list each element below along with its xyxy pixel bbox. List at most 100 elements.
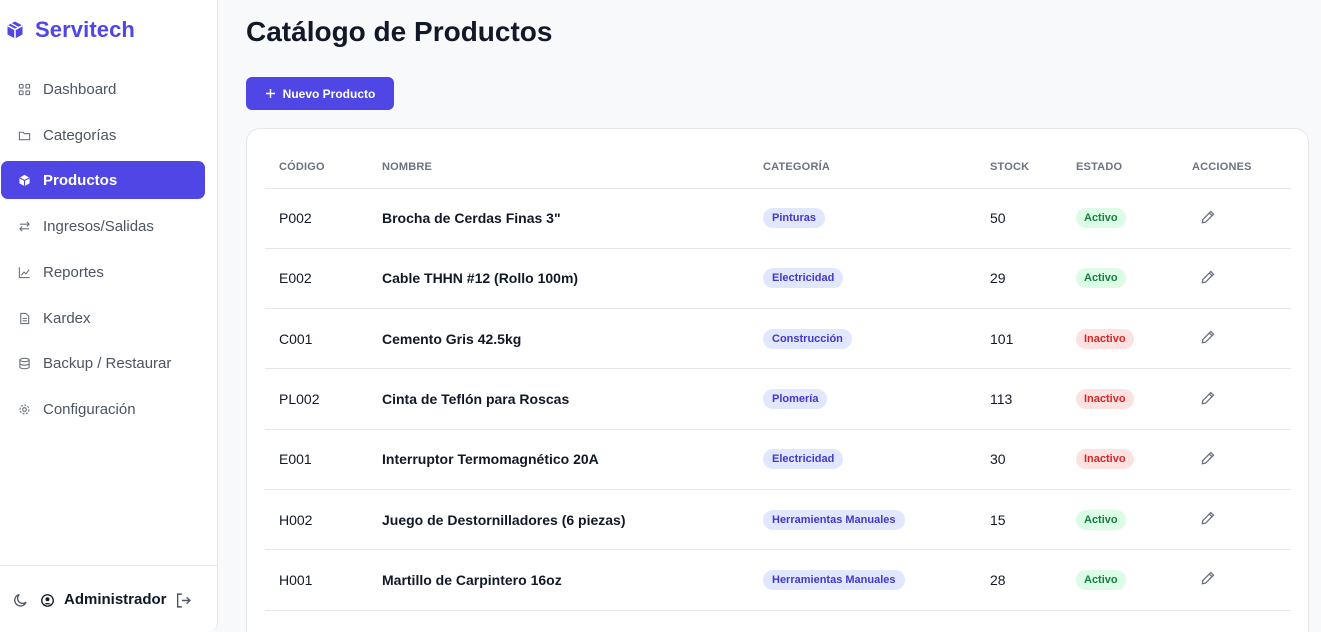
- cell-status: Activo: [1062, 188, 1178, 249]
- sidebar-item-label: Configuración: [43, 400, 136, 418]
- cell-category: Pinturas: [749, 188, 976, 249]
- cell-stock: 101: [976, 308, 1062, 370]
- sidebar-item-label: Ingresos/Salidas: [43, 217, 154, 235]
- products-card: CÓDIGO NOMBRE CATEGORÍA STOCK ESTADO ACC…: [246, 128, 1309, 632]
- column-header-acciones: ACCIONES: [1178, 147, 1291, 189]
- cell-category: Herramientas Manuales: [749, 489, 976, 551]
- gear-icon: [19, 403, 30, 415]
- sidebar-item-categorias[interactable]: Categorías: [1, 116, 205, 154]
- swap-arrows-icon: [19, 220, 30, 232]
- sidebar: Servitech Dashboard Categorías Productos: [0, 0, 218, 632]
- cell-category: Electricidad: [749, 429, 976, 490]
- status-badge: Inactivo: [1076, 449, 1134, 470]
- status-badge: Activo: [1076, 569, 1126, 590]
- cell-actions: [1178, 368, 1291, 430]
- cell-status: Inactivo: [1062, 308, 1178, 370]
- cell-status: Activo: [1062, 248, 1178, 310]
- cell-category: Electricidad: [749, 248, 976, 310]
- page-title: Catálogo de Productos: [246, 16, 553, 47]
- cell-name: Brocha de Cerdas Finas 3": [368, 188, 749, 249]
- column-header-nombre[interactable]: NOMBRE: [368, 147, 749, 189]
- status-badge: Activo: [1076, 268, 1126, 289]
- products-table: CÓDIGO NOMBRE CATEGORÍA STOCK ESTADO ACC…: [265, 147, 1291, 611]
- new-product-button[interactable]: Nuevo Producto: [246, 77, 394, 110]
- table-row[interactable]: H002 Juego de Destornilladores (6 piezas)…: [265, 489, 1291, 551]
- category-badge: Construcción: [763, 328, 852, 349]
- logout-icon[interactable]: [175, 592, 192, 609]
- new-product-button-label: Nuevo Producto: [282, 86, 376, 101]
- category-badge: Plomería: [763, 389, 828, 410]
- moon-icon[interactable]: [13, 592, 29, 608]
- line-chart-icon: [18, 266, 30, 278]
- sidebar-item-dashboard[interactable]: Dashboard: [1, 70, 205, 108]
- table-row[interactable]: P002 Brocha de Cerdas Finas 3" Pinturas 50 A…: [265, 188, 1291, 249]
- cell-name: Interruptor Termomagnético 20A: [368, 429, 749, 490]
- cell-category: Plomería: [749, 368, 976, 430]
- user-name: Administrador: [64, 591, 167, 608]
- category-badge: Electricidad: [763, 449, 844, 470]
- cell-code: P002: [265, 188, 368, 249]
- brand-name: Servitech: [35, 17, 135, 42]
- cell-actions: [1178, 248, 1291, 310]
- box-logo-icon: [7, 21, 23, 39]
- cell-actions: [1178, 549, 1291, 611]
- table-row[interactable]: C001 Cemento Gris 42.5kg Construcción 101 In…: [265, 308, 1291, 370]
- sidebar-item-backup-restaurar[interactable]: Backup / Restaurar: [1, 344, 205, 382]
- cell-category: Construcción: [749, 308, 976, 370]
- cell-stock: 50: [976, 188, 1062, 249]
- edit-pencil-icon[interactable]: [1200, 329, 1216, 345]
- cell-category: Herramientas Manuales: [749, 549, 976, 611]
- category-badge: Herramientas Manuales: [763, 569, 905, 590]
- column-header-codigo[interactable]: CÓDIGO: [265, 147, 368, 189]
- table-row[interactable]: H001 Martillo de Carpintero 16oz Herramien…: [265, 549, 1291, 611]
- database-icon: [19, 357, 30, 369]
- folder-icon: [18, 131, 31, 140]
- status-badge: Activo: [1076, 208, 1126, 229]
- status-badge: Inactivo: [1076, 328, 1134, 349]
- category-badge: Herramientas Manuales: [763, 509, 905, 530]
- cell-name: Martillo de Carpintero 16oz: [368, 549, 749, 611]
- edit-pencil-icon[interactable]: [1200, 570, 1216, 586]
- edit-pencil-icon[interactable]: [1200, 450, 1216, 466]
- column-header-estado[interactable]: ESTADO: [1062, 147, 1178, 189]
- table-row[interactable]: PL002 Cinta de Teflón para Roscas Plomería…: [265, 368, 1291, 430]
- cell-status: Activo: [1062, 489, 1178, 551]
- sidebar-item-label: Backup / Restaurar: [43, 354, 172, 372]
- cell-code: C001: [265, 308, 368, 370]
- cell-stock: 113: [976, 368, 1062, 430]
- edit-pencil-icon[interactable]: [1200, 510, 1216, 526]
- sidebar-item-ingresos-salidas[interactable]: Ingresos/Salidas: [1, 207, 205, 245]
- cell-name: Cemento Gris 42.5kg: [368, 308, 749, 370]
- cell-actions: [1178, 489, 1291, 551]
- cell-code: E001: [265, 429, 368, 490]
- category-badge: Electricidad: [763, 268, 844, 289]
- user-circle-icon: [41, 594, 54, 607]
- cell-code: H001: [265, 549, 368, 611]
- edit-pencil-icon[interactable]: [1200, 209, 1216, 225]
- table-row[interactable]: E002 Cable THHN #12 (Rollo 100m) Electrici…: [265, 248, 1291, 310]
- sidebar-item-label: Productos: [43, 171, 118, 189]
- cell-actions: [1178, 429, 1291, 490]
- sidebar-item-productos[interactable]: Productos: [1, 161, 205, 199]
- cell-stock: 30: [976, 429, 1062, 490]
- box-icon: [19, 174, 30, 186]
- sidebar-item-kardex[interactable]: Kardex: [1, 299, 205, 337]
- category-badge: Pinturas: [763, 208, 826, 229]
- sidebar-footer: Administrador: [0, 565, 217, 632]
- edit-pencil-icon[interactable]: [1200, 390, 1216, 406]
- cell-stock: 15: [976, 489, 1062, 551]
- grid-icon: [18, 83, 31, 95]
- brand[interactable]: Servitech: [5, 17, 135, 43]
- column-header-stock[interactable]: STOCK: [976, 147, 1062, 189]
- sidebar-item-label: Dashboard: [43, 80, 117, 98]
- sidebar-item-label: Kardex: [43, 309, 91, 327]
- sidebar-item-label: Reportes: [43, 263, 104, 281]
- sidebar-item-configuracion[interactable]: Configuración: [1, 390, 205, 428]
- document-icon: [20, 312, 30, 324]
- table-row[interactable]: E001 Interruptor Termomagnético 20A Electr…: [265, 429, 1291, 490]
- edit-pencil-icon[interactable]: [1200, 269, 1216, 285]
- sidebar-item-reportes[interactable]: Reportes: [1, 253, 205, 291]
- cell-name: Cinta de Teflón para Roscas: [368, 368, 749, 430]
- status-badge: Activo: [1076, 509, 1126, 530]
- column-header-categoria[interactable]: CATEGORÍA: [749, 147, 976, 189]
